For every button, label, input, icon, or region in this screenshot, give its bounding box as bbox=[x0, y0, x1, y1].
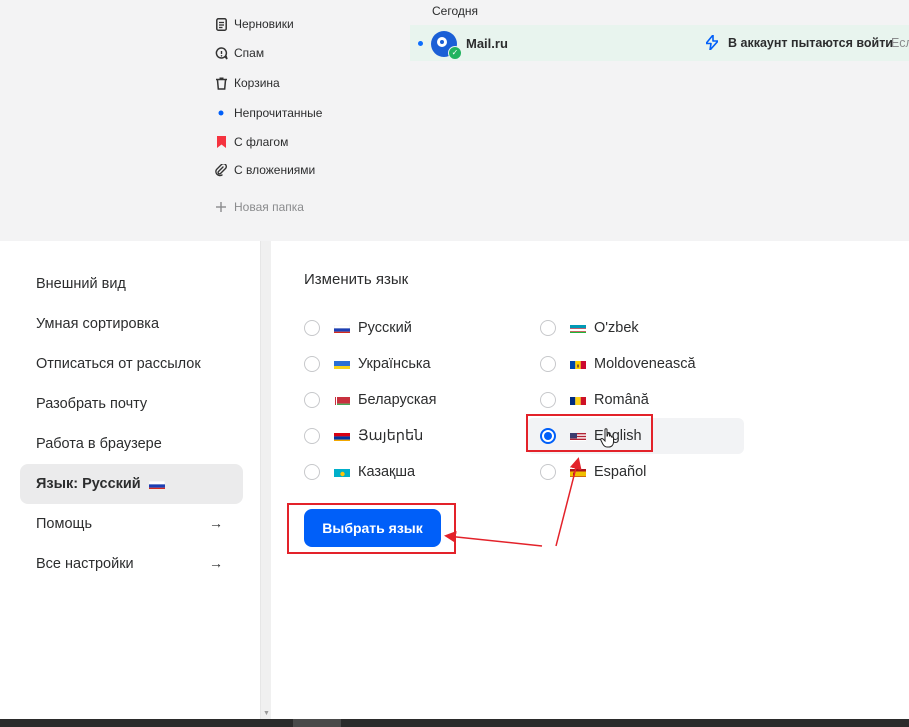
language-label: Յայերեն bbox=[358, 428, 424, 444]
new-folder-button[interactable]: Новая папка bbox=[214, 197, 304, 217]
nav-label: Язык: Русский bbox=[36, 476, 141, 492]
flag-bookmark-icon bbox=[214, 135, 228, 149]
flag-ru-icon bbox=[334, 323, 350, 333]
message-row[interactable]: ✓ Mail.ru В аккаунт пытаются войти Есл bbox=[410, 25, 909, 61]
scroll-down-icon[interactable]: ▼ bbox=[263, 710, 270, 717]
radio-button[interactable] bbox=[304, 356, 320, 372]
message-snippet: Есл bbox=[891, 36, 909, 50]
flag-ua-icon bbox=[334, 359, 350, 369]
language-option-be[interactable]: Беларуская bbox=[304, 382, 436, 418]
folder-spam[interactable]: Спам bbox=[214, 43, 264, 63]
settings-nav-smart-sorting[interactable]: Умная сортировка bbox=[20, 304, 243, 344]
language-option-kk[interactable]: Казақша bbox=[304, 454, 415, 490]
paperclip-icon bbox=[214, 163, 228, 177]
draft-icon bbox=[214, 17, 228, 31]
folder-trash[interactable]: Корзина bbox=[214, 73, 280, 93]
folder-flagged[interactable]: С флагом bbox=[214, 132, 288, 152]
nav-label: Разобрать почту bbox=[36, 396, 148, 412]
language-option-mo[interactable]: Moldovenească bbox=[540, 346, 696, 382]
settings-nav-language[interactable]: Язык: Русский bbox=[20, 464, 243, 504]
folder-label: С вложениями bbox=[234, 163, 316, 177]
message-sender: Mail.ru bbox=[466, 36, 508, 51]
folder-label: Спам bbox=[234, 46, 265, 60]
language-option-es[interactable]: Español bbox=[540, 454, 646, 490]
radio-button[interactable] bbox=[304, 464, 320, 480]
language-option-ru[interactable]: Русский bbox=[304, 310, 412, 346]
language-label: Русский bbox=[358, 320, 412, 336]
trash-icon bbox=[214, 76, 228, 90]
folder-label: Непрочитанные bbox=[234, 106, 323, 120]
flag-uz-icon bbox=[570, 323, 586, 333]
radio-button[interactable] bbox=[540, 356, 556, 372]
date-group-label: Сегодня bbox=[432, 4, 478, 18]
language-option-uk[interactable]: Українська bbox=[304, 346, 431, 382]
settings-nav-unsubscribe[interactable]: Отписаться от рассылок bbox=[20, 344, 243, 384]
language-option-uz[interactable]: O'zbek bbox=[540, 310, 639, 346]
language-option-hy[interactable]: Յայերեն bbox=[304, 418, 423, 454]
unread-dot-icon[interactable] bbox=[418, 41, 423, 46]
folder-unread[interactable]: Непрочитанные bbox=[214, 103, 322, 123]
language-label: Moldovenească bbox=[594, 356, 696, 372]
language-label: Română bbox=[594, 392, 649, 408]
radio-button[interactable] bbox=[304, 392, 320, 408]
nav-label: Помощь bbox=[36, 516, 93, 532]
folder-drafts[interactable]: Черновики bbox=[214, 14, 294, 34]
nav-label: Все настройки bbox=[36, 556, 134, 572]
sidebar-scrollbar[interactable]: ▼ bbox=[260, 241, 271, 719]
mail-top-area: Черновики Спам Корзина Непрочитанные С ф… bbox=[0, 0, 909, 241]
folder-label: Новая папка bbox=[234, 200, 304, 214]
taskbar bbox=[0, 719, 909, 727]
flag-ro-icon bbox=[570, 395, 586, 405]
arrow-right-icon: → bbox=[209, 555, 223, 571]
settings-nav-sort-mail[interactable]: Разобрать почту bbox=[20, 384, 243, 424]
arrow-right-icon: → bbox=[209, 515, 223, 531]
radio-button[interactable] bbox=[540, 392, 556, 408]
flag-es-icon bbox=[570, 467, 586, 477]
at-sign-icon bbox=[437, 37, 447, 47]
radio-button[interactable] bbox=[304, 320, 320, 336]
flag-md-icon bbox=[570, 359, 586, 369]
verified-check-icon: ✓ bbox=[448, 46, 462, 60]
taskbar-item[interactable] bbox=[293, 719, 341, 727]
flag-am-icon bbox=[334, 431, 350, 441]
annotation-box-english bbox=[526, 414, 653, 452]
language-label: Беларуская bbox=[358, 392, 437, 408]
language-label: Українська bbox=[358, 356, 431, 372]
message-subject: В аккаунт пытаются войти bbox=[728, 36, 893, 50]
unread-dot-icon bbox=[214, 106, 228, 120]
annotation-box-button bbox=[287, 503, 456, 554]
radio-button[interactable] bbox=[304, 428, 320, 444]
folder-label: С флагом bbox=[234, 135, 289, 149]
nav-label: Отписаться от рассылок bbox=[36, 356, 201, 372]
radio-button[interactable] bbox=[540, 320, 556, 336]
spam-icon bbox=[214, 46, 228, 60]
folder-label: Черновики bbox=[234, 17, 294, 31]
flag-ru-icon bbox=[148, 479, 165, 489]
settings-nav-help[interactable]: Помощь → bbox=[20, 504, 243, 544]
lightning-icon bbox=[705, 34, 719, 55]
settings-nav-appearance[interactable]: Внешний вид bbox=[20, 264, 243, 304]
language-label: O'zbek bbox=[594, 320, 639, 336]
nav-label: Внешний вид bbox=[36, 276, 126, 292]
language-label: Español bbox=[594, 464, 647, 480]
nav-label: Работа в браузере bbox=[36, 436, 162, 452]
language-option-ro[interactable]: Română bbox=[540, 382, 649, 418]
flag-by-icon bbox=[334, 395, 350, 405]
language-label: Казақша bbox=[358, 464, 416, 480]
flag-kz-icon bbox=[334, 467, 350, 477]
plus-icon bbox=[214, 200, 228, 214]
settings-nav-browser[interactable]: Работа в браузере bbox=[20, 424, 243, 464]
folder-attachments[interactable]: С вложениями bbox=[214, 160, 315, 180]
hand-cursor-icon bbox=[600, 428, 616, 453]
radio-button[interactable] bbox=[540, 464, 556, 480]
avatar: ✓ bbox=[431, 31, 462, 60]
settings-nav-all-settings[interactable]: Все настройки → bbox=[20, 544, 243, 584]
nav-label: Умная сортировка bbox=[36, 316, 160, 332]
folder-label: Корзина bbox=[234, 76, 280, 90]
page-title: Изменить язык bbox=[304, 271, 409, 288]
